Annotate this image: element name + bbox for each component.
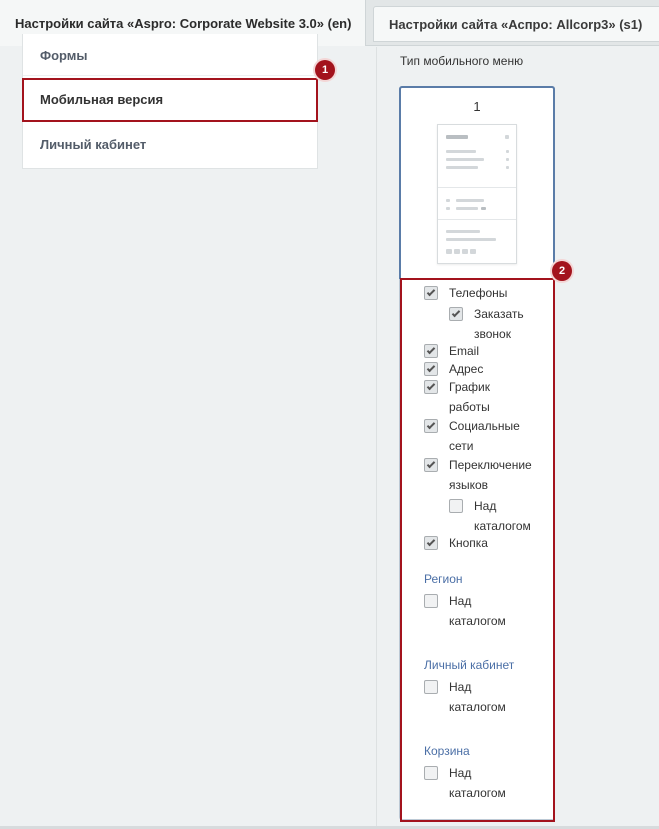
label-address: Адрес — [449, 362, 484, 376]
label-cart-above-catalog-1: Над — [449, 766, 472, 780]
label-region-above-catalog-1: Над — [449, 594, 472, 608]
checkbox-cabinet-above-catalog[interactable] — [424, 680, 438, 694]
label-schedule-2: работы — [449, 400, 490, 414]
checkbox-address[interactable] — [424, 362, 438, 376]
label-cabinet-above-catalog-2: каталогом — [449, 700, 506, 714]
settings-nav: Формы Мобильная версия Личный кабинет — [22, 34, 319, 169]
checkbox-language-switch[interactable] — [424, 458, 438, 472]
label-cabinet-above-catalog-1: Над — [449, 680, 472, 694]
label-email: Email — [449, 344, 480, 358]
tab-site-settings-s1[interactable]: Настройки сайта «Аспро: Allcorp3» (s1) — [373, 6, 659, 42]
checkbox-schedule[interactable] — [424, 380, 438, 394]
label-region-above-catalog-2: каталогом — [449, 614, 506, 628]
label-schedule-1: График — [449, 380, 490, 394]
label-social-2: сети — [449, 439, 474, 453]
group-title-cart: Корзина — [424, 744, 470, 758]
mobile-menu-option-number: 1 — [473, 99, 481, 114]
checkbox-button[interactable] — [424, 536, 438, 550]
label-language-switch-1: Переключение — [449, 458, 532, 472]
checkbox-callback[interactable] — [449, 307, 463, 321]
nav-item-personal-cabinet[interactable]: Личный кабинет — [23, 122, 319, 167]
checkbox-email[interactable] — [424, 344, 438, 358]
checkbox-cart-above-catalog[interactable] — [424, 766, 438, 780]
label-callback-1: Заказать — [474, 307, 524, 321]
step-badge-2: 2 — [552, 261, 572, 281]
checkbox-region-above-catalog[interactable] — [424, 594, 438, 608]
label-social-1: Социальные — [449, 419, 520, 433]
checkbox-social[interactable] — [424, 419, 438, 433]
checkbox-phones[interactable] — [424, 286, 438, 300]
label-callback-2: звонок — [474, 327, 511, 341]
label-language-above-catalog-1: Над — [474, 499, 497, 513]
group-title-region: Регион — [424, 572, 463, 586]
label-cart-above-catalog-2: каталогом — [449, 786, 506, 800]
label-language-switch-2: языков — [449, 478, 489, 492]
mobile-menu-preview-image[interactable] — [437, 124, 517, 264]
mobile-menu-type-title: Тип мобильного меню — [400, 54, 524, 68]
nav-item-mobile-version[interactable]: Мобильная версия — [23, 77, 319, 122]
nav-item-forms[interactable]: Формы — [23, 34, 319, 76]
label-phones: Телефоны — [449, 286, 508, 300]
group-title-personal-cabinet: Личный кабинет — [424, 658, 515, 672]
label-button: Кнопка — [449, 536, 488, 550]
checkbox-language-above-catalog[interactable] — [449, 499, 463, 513]
step-badge-1: 1 — [315, 60, 335, 80]
